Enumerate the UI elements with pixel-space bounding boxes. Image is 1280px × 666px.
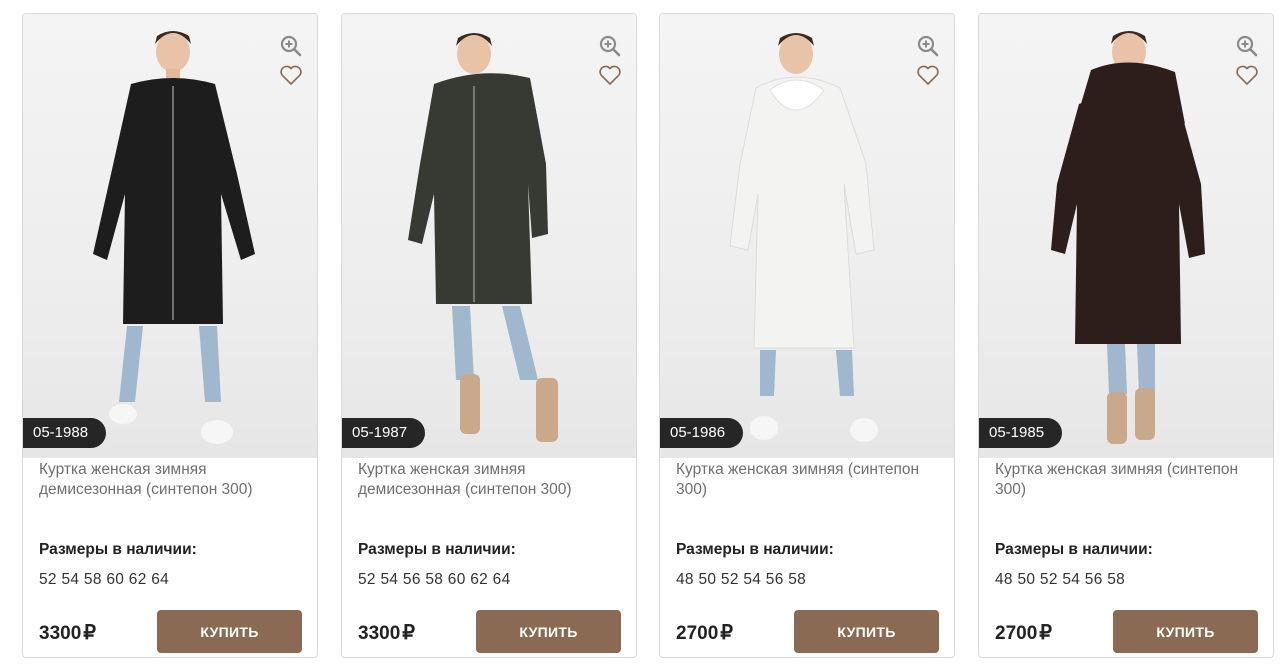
price: 3300 ₽ xyxy=(358,620,415,645)
currency-symbol: ₽ xyxy=(1039,622,1053,644)
sku-badge: 05-1985 xyxy=(979,418,1063,448)
price: 2700 ₽ xyxy=(995,620,1052,645)
product-card: 05-1985 Куртка женская зимняя (синтепон … xyxy=(978,13,1274,658)
heart-icon[interactable] xyxy=(279,64,303,86)
price-value: 2700 xyxy=(995,623,1038,644)
currency-symbol: ₽ xyxy=(83,622,97,644)
zoom-in-icon[interactable] xyxy=(279,34,303,58)
product-photo[interactable]: 05-1988 xyxy=(23,14,317,458)
product-grid: 05-1988 Куртка женская зимняя демисезонн… xyxy=(0,0,1280,666)
sizes-list: 52 54 58 60 62 64 xyxy=(39,571,170,588)
zoom-in-icon[interactable] xyxy=(1235,34,1259,58)
product-photo[interactable]: 05-1987 xyxy=(342,14,636,458)
heart-icon[interactable] xyxy=(1235,64,1259,86)
sizes-list: 52 54 56 58 60 62 64 xyxy=(358,571,511,588)
sizes-label: Размеры в наличии: xyxy=(39,541,197,558)
buy-button[interactable]: КУПИТЬ xyxy=(157,610,302,653)
sizes-list: 48 50 52 54 56 58 xyxy=(676,571,807,588)
sku-badge: 05-1988 xyxy=(23,418,107,448)
sizes-label: Размеры в наличии: xyxy=(358,541,516,558)
heart-icon[interactable] xyxy=(916,64,940,86)
product-card: 05-1986 Куртка женская зимняя (синтепон … xyxy=(659,13,955,658)
model-figure xyxy=(408,33,558,442)
price-value: 3300 xyxy=(39,623,82,644)
buy-button[interactable]: КУПИТЬ xyxy=(1113,610,1258,653)
coat-body xyxy=(93,78,255,324)
product-title[interactable]: Куртка женская зимняя демисезонная (синт… xyxy=(39,460,301,500)
product-photo[interactable]: 05-1985 xyxy=(979,14,1273,458)
sku-badge: 05-1987 xyxy=(342,418,426,448)
buy-button[interactable]: КУПИТЬ xyxy=(794,610,939,653)
product-title[interactable]: Куртка женская зимняя демисезонная (синт… xyxy=(358,460,620,500)
model-figure xyxy=(1051,31,1205,444)
heart-icon[interactable] xyxy=(598,64,622,86)
sizes-label: Размеры в наличии: xyxy=(995,541,1153,558)
price-value: 2700 xyxy=(676,623,719,644)
price: 3300 ₽ xyxy=(39,620,96,645)
sizes-list: 48 50 52 54 56 58 xyxy=(995,571,1126,588)
coat-body xyxy=(408,73,548,304)
product-title[interactable]: Куртка женская зимняя (синтепон 300) xyxy=(995,460,1257,500)
model-figure xyxy=(729,33,878,442)
sku-badge: 05-1986 xyxy=(660,418,744,448)
product-photo[interactable]: 05-1986 xyxy=(660,14,954,458)
buy-button[interactable]: КУПИТЬ xyxy=(476,610,621,653)
product-card: 05-1988 Куртка женская зимняя демисезонн… xyxy=(22,13,318,658)
currency-symbol: ₽ xyxy=(720,622,734,644)
product-title[interactable]: Куртка женская зимняя (синтепон 300) xyxy=(676,460,938,500)
price: 2700 ₽ xyxy=(676,620,733,645)
model-figure xyxy=(93,31,255,444)
coat-body xyxy=(1051,94,1205,344)
coat-body xyxy=(729,76,875,349)
currency-symbol: ₽ xyxy=(402,622,416,644)
price-value: 3300 xyxy=(358,623,401,644)
zoom-in-icon[interactable] xyxy=(598,34,622,58)
sizes-label: Размеры в наличии: xyxy=(676,541,834,558)
zoom-in-icon[interactable] xyxy=(916,34,940,58)
product-card: 05-1987 Куртка женская зимняя демисезонн… xyxy=(341,13,637,658)
